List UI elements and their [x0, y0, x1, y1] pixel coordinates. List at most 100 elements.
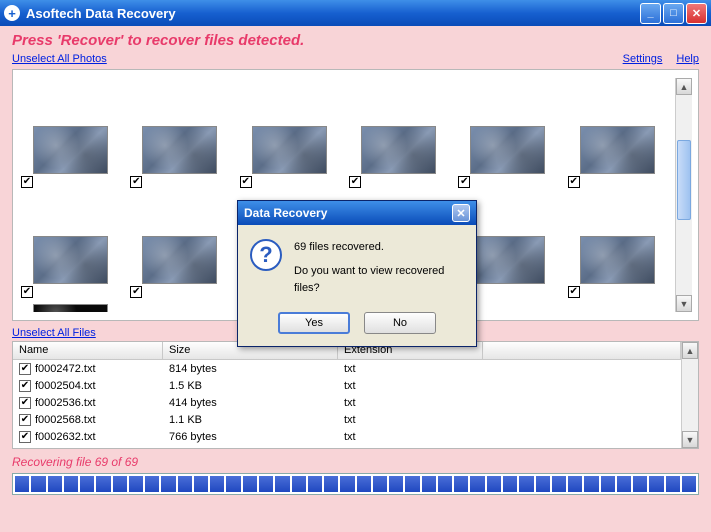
instruction-text: Press 'Recover' to recover files detecte…: [12, 32, 699, 49]
progress-segment: [682, 476, 696, 492]
progress-segment: [422, 476, 436, 492]
photo-checkbox[interactable]: ✔: [349, 176, 361, 188]
progress-segment: [617, 476, 631, 492]
file-size: 766 bytes: [163, 431, 338, 443]
titlebar: + Asoftech Data Recovery _ □ ✕: [0, 0, 711, 26]
progress-segment: [454, 476, 468, 492]
scroll-up-icon[interactable]: ▲: [682, 342, 698, 359]
file-size: 1.1 KB: [163, 414, 338, 426]
dialog-title: Data Recovery: [244, 206, 327, 220]
table-row[interactable]: ✔ f0002568.txt 1.1 KBtxt: [13, 411, 681, 428]
file-ext: txt: [338, 414, 483, 426]
progress-segment: [259, 476, 273, 492]
photo-scrollbar[interactable]: ▲ ▼: [675, 78, 692, 312]
photo-checkbox[interactable]: ✔: [130, 286, 142, 298]
progress-segment: [536, 476, 550, 492]
file-checkbox[interactable]: ✔: [19, 380, 31, 392]
progress-segment: [15, 476, 29, 492]
photo-item[interactable]: [19, 298, 128, 312]
file-name: f0002504.txt: [35, 380, 96, 392]
file-ext: txt: [338, 380, 483, 392]
file-name: f0002632.txt: [35, 431, 96, 443]
progress-segment: [48, 476, 62, 492]
photo-checkbox[interactable]: ✔: [240, 176, 252, 188]
photo-item[interactable]: ✔: [19, 78, 128, 188]
help-link[interactable]: Help: [676, 53, 699, 65]
file-ext: txt: [338, 431, 483, 443]
progress-segment: [340, 476, 354, 492]
dialog-titlebar: Data Recovery ✕: [238, 201, 476, 225]
photo-item[interactable]: ✔: [128, 188, 237, 298]
progress-segment: [633, 476, 647, 492]
scroll-thumb[interactable]: [677, 140, 691, 220]
progress-segment: [145, 476, 159, 492]
progress-segment: [470, 476, 484, 492]
photo-item[interactable]: ✔: [347, 78, 456, 188]
file-size: 1.5 KB: [163, 380, 338, 392]
photo-item[interactable]: ✔: [19, 188, 128, 298]
table-row[interactable]: ✔f0002472.txt814 bytestxt: [13, 360, 681, 377]
unselect-all-photos-link[interactable]: Unselect All Photos: [12, 53, 107, 65]
progress-segment: [503, 476, 517, 492]
progress-segment: [405, 476, 419, 492]
progress-segment: [210, 476, 224, 492]
photo-checkbox[interactable]: ✔: [130, 176, 142, 188]
photo-item[interactable]: ✔: [128, 78, 237, 188]
progress-segment: [568, 476, 582, 492]
photo-checkbox[interactable]: ✔: [568, 176, 580, 188]
maximize-button[interactable]: □: [663, 3, 684, 24]
progress-segment: [178, 476, 192, 492]
close-button[interactable]: ✕: [686, 3, 707, 24]
table-row[interactable]: ✔ f0002504.txt 1.5 KBtxt: [13, 377, 681, 394]
file-checkbox[interactable]: ✔: [19, 414, 31, 426]
progress-segment: [113, 476, 127, 492]
progress-segment: [601, 476, 615, 492]
minimize-button[interactable]: _: [640, 3, 661, 24]
file-ext: txt: [338, 363, 483, 375]
photo-checkbox[interactable]: ✔: [21, 176, 33, 188]
photo-item[interactable]: ✔: [566, 188, 675, 298]
settings-link[interactable]: Settings: [623, 53, 663, 65]
photo-item[interactable]: ✔: [238, 78, 347, 188]
col-name[interactable]: Name: [13, 342, 163, 359]
unselect-all-files-link[interactable]: Unselect All Files: [12, 327, 96, 339]
scroll-up-icon[interactable]: ▲: [676, 78, 692, 95]
progress-segment: [161, 476, 175, 492]
table-row[interactable]: ✔f0002536.txt414 bytestxt: [13, 394, 681, 411]
file-checkbox[interactable]: ✔: [19, 363, 31, 375]
progress-segment: [373, 476, 387, 492]
file-checkbox[interactable]: ✔: [19, 431, 31, 443]
progress-segment: [649, 476, 663, 492]
photo-item[interactable]: ✔: [456, 78, 565, 188]
file-scrollbar[interactable]: ▲ ▼: [681, 342, 698, 448]
photo-checkbox[interactable]: ✔: [21, 286, 33, 298]
photo-item[interactable]: ✔: [566, 78, 675, 188]
progress-segment: [194, 476, 208, 492]
progress-segment: [357, 476, 371, 492]
scroll-down-icon[interactable]: ▼: [682, 431, 698, 448]
progress-segment: [438, 476, 452, 492]
photo-checkbox[interactable]: ✔: [458, 176, 470, 188]
progress-segment: [324, 476, 338, 492]
progress-bar: [12, 473, 699, 495]
progress-segment: [292, 476, 306, 492]
progress-segment: [389, 476, 403, 492]
dialog-line1: 69 files recovered.: [294, 239, 464, 257]
file-name: f0002568.txt: [35, 414, 96, 426]
file-checkbox[interactable]: ✔: [19, 397, 31, 409]
progress-segment: [584, 476, 598, 492]
photo-checkbox[interactable]: ✔: [568, 286, 580, 298]
progress-segment: [487, 476, 501, 492]
dialog-close-button[interactable]: ✕: [452, 204, 470, 222]
file-name: f0002472.txt: [35, 363, 96, 375]
yes-button[interactable]: Yes: [278, 312, 350, 334]
question-icon: ?: [250, 239, 282, 271]
progress-segment: [308, 476, 322, 492]
no-button[interactable]: No: [364, 312, 436, 334]
col-spacer: [483, 342, 681, 359]
table-row[interactable]: ✔ f0002632.txt 766 bytestxt: [13, 428, 681, 445]
progress-segment: [64, 476, 78, 492]
scroll-down-icon[interactable]: ▼: [676, 295, 692, 312]
recovery-dialog: Data Recovery ✕ ? 69 files recovered. Do…: [237, 200, 477, 347]
dialog-line2: Do you want to view recovered files?: [294, 263, 464, 298]
